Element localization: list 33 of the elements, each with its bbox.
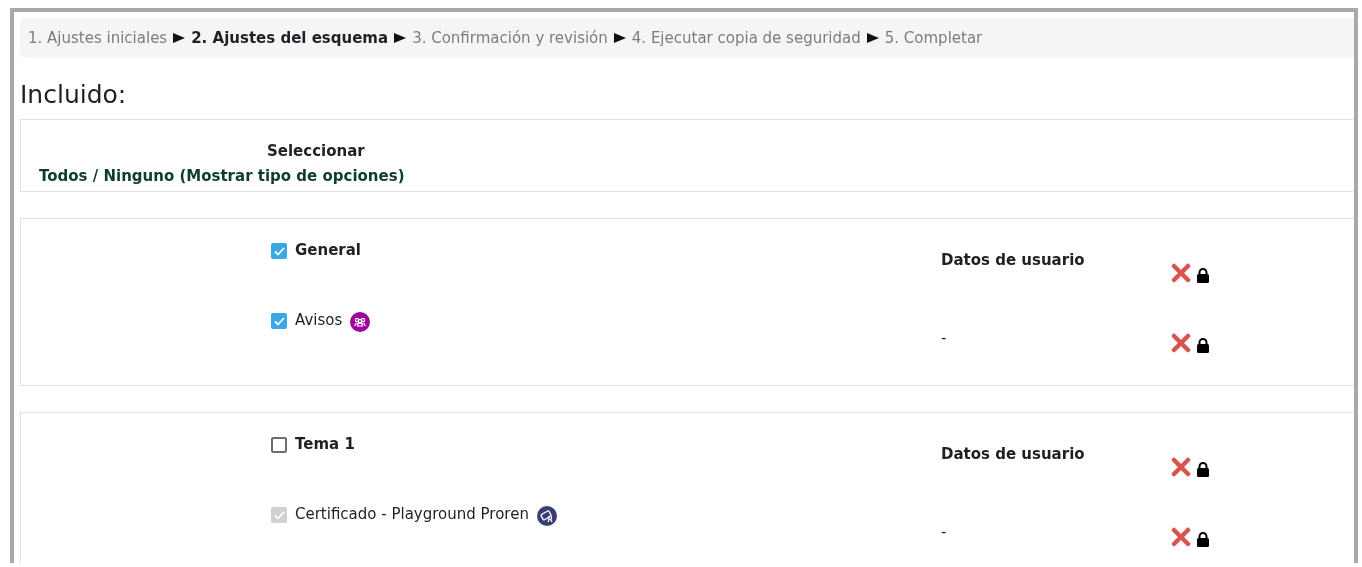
- user-data-label: Datos de usuario: [941, 250, 1085, 269]
- arrow-icon: [394, 33, 407, 43]
- user-data-label: -: [941, 522, 947, 541]
- arrow-icon: [613, 33, 626, 43]
- select-links[interactable]: Todos / Ninguno (Mostrar tipo de opciones): [39, 167, 405, 185]
- checkbox[interactable]: [271, 437, 287, 453]
- lock-icon: [1197, 338, 1209, 353]
- cross-icon: [1171, 527, 1191, 547]
- lock-icon: [1197, 268, 1209, 283]
- option-label: General: [295, 241, 361, 259]
- select-title: Seleccionar: [267, 142, 366, 160]
- step-label: 5. Completar: [884, 29, 983, 47]
- checkbox[interactable]: [271, 313, 287, 329]
- step-label: 4. Ejecutar copia de seguridad: [631, 29, 861, 47]
- cross-icon: [1171, 263, 1191, 283]
- step-label: 3. Confirmación y revisión: [412, 29, 608, 47]
- step-label: 1. Ajustes iniciales: [28, 29, 168, 47]
- user-data-label: -: [941, 328, 947, 347]
- certificate-icon: [536, 506, 557, 526]
- option-label: Avisos: [295, 311, 343, 329]
- option-label: Certificado - Playground Proren: [295, 505, 529, 523]
- group-icon: [350, 312, 371, 332]
- lock-icon: [1197, 462, 1209, 477]
- user-data-label: Datos de usuario: [941, 444, 1085, 463]
- lock-icon: [1197, 532, 1209, 547]
- section-heading: Incluido:: [20, 80, 128, 109]
- step-label: 2. Ajustes del esquema: [191, 29, 389, 47]
- cross-icon: [1171, 457, 1191, 477]
- cross-icon: [1171, 333, 1191, 353]
- arrow-icon: [173, 33, 186, 43]
- option-label: Tema 1: [295, 435, 355, 453]
- arrow-icon: [866, 33, 879, 43]
- checkbox[interactable]: [271, 243, 287, 259]
